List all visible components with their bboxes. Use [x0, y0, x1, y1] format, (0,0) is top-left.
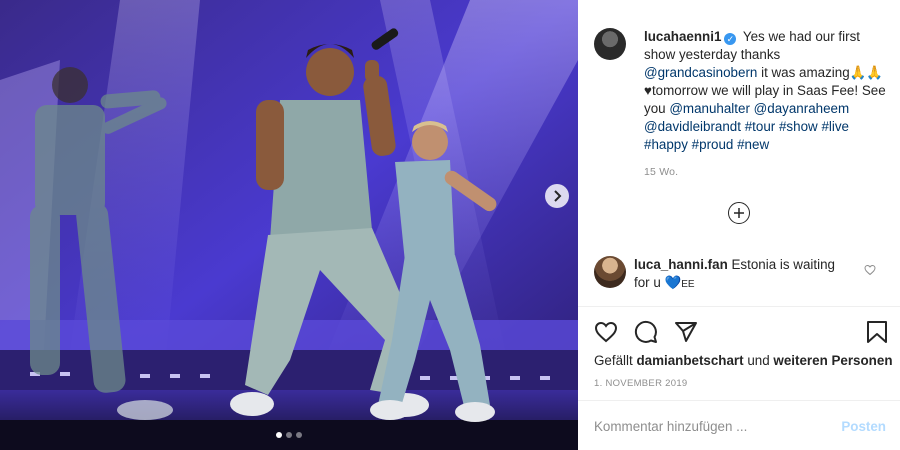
hashtag-link[interactable]: #proud	[692, 137, 734, 152]
carousel-indicator	[0, 432, 578, 438]
liker-username[interactable]: damianbetschart	[636, 353, 743, 368]
comment-like-icon[interactable]	[864, 264, 876, 276]
emoji-pray: 🙏🙏	[849, 65, 884, 80]
hashtag-link[interactable]: #new	[737, 137, 769, 152]
comment-text: luca_hanni.fan Estonia is waiting for u …	[634, 257, 835, 290]
post-photo[interactable]	[0, 0, 578, 450]
divider	[578, 306, 900, 307]
blue-heart-emoji: 💙	[664, 275, 682, 290]
carousel-dot	[286, 432, 292, 438]
mention-link[interactable]: @manuhalter	[669, 101, 750, 116]
carousel-next-button[interactable]	[545, 184, 569, 208]
mention-link[interactable]: @davidleibrandt	[644, 119, 741, 134]
caption-text: lucahaenni1 ✓ Yes we had our first show y…	[644, 29, 886, 152]
comment-bubble-icon[interactable]	[634, 320, 658, 344]
hashtag-link[interactable]: #live	[821, 119, 849, 134]
author-username[interactable]: lucahaenni1	[644, 29, 721, 44]
post-actions	[594, 320, 890, 346]
post-details-panel: lucahaenni1 ✓ Yes we had our first show y…	[578, 0, 900, 450]
post-comment-button[interactable]: Posten	[841, 419, 886, 434]
hashtag-link[interactable]: #tour	[745, 119, 776, 134]
commenter-avatar[interactable]	[594, 256, 626, 288]
chevron-right-icon	[554, 190, 562, 202]
hashtag-link[interactable]: #show	[779, 119, 818, 134]
concert-image	[0, 0, 578, 450]
carousel-dot	[276, 432, 282, 438]
likes-count-link[interactable]: weiteren Personen	[773, 353, 892, 368]
carousel-dot	[296, 432, 302, 438]
commenter-username[interactable]: luca_hanni.fan	[634, 257, 728, 272]
verified-badge-icon: ✓	[724, 33, 737, 45]
mention-link[interactable]: @grandcasinobern	[644, 65, 757, 80]
plus-icon	[734, 208, 744, 218]
like-heart-icon[interactable]	[594, 320, 618, 344]
likes-summary: Gefällt damianbetschart und weiteren Per…	[594, 353, 893, 368]
post-date: 1. NOVEMBER 2019	[594, 378, 688, 389]
comment-item: luca_hanni.fan Estonia is waiting for u …	[594, 256, 890, 294]
hashtag-link[interactable]: #happy	[644, 137, 688, 152]
comment-input[interactable]: Kommentar hinzufügen ...	[594, 419, 747, 434]
mention-link[interactable]: @dayanraheem	[754, 101, 849, 116]
post-age[interactable]: 15 Wo.	[644, 166, 890, 178]
author-avatar[interactable]	[594, 28, 626, 60]
share-paper-plane-icon[interactable]	[674, 320, 698, 344]
bookmark-icon[interactable]	[866, 320, 888, 344]
divider	[578, 400, 900, 401]
post-caption: lucahaenni1 ✓ Yes we had our first show y…	[594, 28, 890, 178]
load-more-comments-button[interactable]	[728, 202, 750, 224]
